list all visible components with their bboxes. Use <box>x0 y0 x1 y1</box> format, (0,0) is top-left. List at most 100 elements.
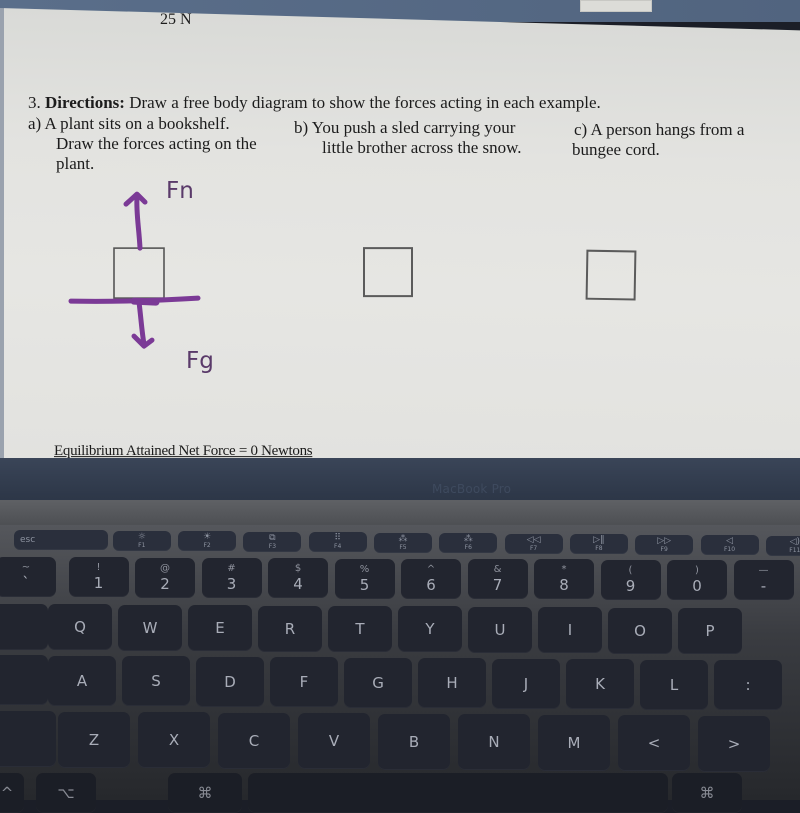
key-g[interactable]: G <box>344 657 412 708</box>
key-caps-lock[interactable]: ck <box>0 655 48 705</box>
key-f5[interactable]: ⁂ F5 <box>374 532 432 553</box>
key-o[interactable]: O <box>608 607 672 654</box>
key-i[interactable]: I <box>538 607 602 654</box>
key-esc[interactable]: esc <box>14 530 108 550</box>
key-z[interactable]: Z <box>58 711 130 768</box>
directions-line: 3. Directions: Draw a free body diagram … <box>28 93 601 113</box>
key-label: 8 <box>559 576 569 595</box>
key-4[interactable]: $4 <box>268 558 328 599</box>
key-u[interactable]: U <box>468 606 532 653</box>
key-label: H <box>446 674 458 692</box>
function-label: F2 <box>203 542 211 549</box>
key-f10[interactable]: ◁ F10 <box>700 535 759 555</box>
key-7[interactable]: & 7 <box>467 559 528 600</box>
key-command-left[interactable]: ⌘ <box>168 773 242 813</box>
key-label: : <box>745 676 751 694</box>
key-label: W <box>142 618 158 637</box>
key-shift-left[interactable] <box>0 711 56 767</box>
function-label: F9 <box>660 545 668 553</box>
key-label: L <box>669 675 679 694</box>
function-label: F8 <box>595 545 603 552</box>
key-k[interactable]: K <box>566 659 634 709</box>
part-b-text: You push a sled carrying your <box>311 118 516 138</box>
key-1[interactable]: ! 1 <box>68 557 129 598</box>
key-shift-symbol: — <box>758 565 769 577</box>
key-f6[interactable]: ⁂ F6 <box>439 533 498 553</box>
key-f9[interactable]: ▷▷ F9 <box>635 534 694 555</box>
key-j[interactable]: J <box>492 658 560 709</box>
normal-force-arrow <box>134 193 143 251</box>
key-command-right[interactable]: ⌘ <box>672 773 742 813</box>
directions-text: Draw a free body diagram to show the for… <box>129 93 601 113</box>
key-comma[interactable]: < <box>618 715 690 771</box>
key-shift-symbol: ~ <box>21 562 31 573</box>
key-t[interactable]: T <box>328 606 392 652</box>
answer-box-b[interactable] <box>363 247 413 298</box>
key-p[interactable]: P <box>678 608 742 654</box>
key-h[interactable]: H <box>418 658 486 708</box>
key-r[interactable]: R <box>258 605 322 652</box>
function-icon: ⠿ <box>334 533 341 543</box>
key-minus[interactable]: — - <box>733 560 794 601</box>
key-s[interactable]: S <box>122 656 190 706</box>
part-c-marker: c) <box>574 120 588 140</box>
key-l[interactable]: L <box>640 659 708 710</box>
function-label: F10 <box>723 546 736 553</box>
key-c[interactable]: C <box>218 712 290 769</box>
key-e[interactable]: E <box>188 605 252 652</box>
key-f3[interactable]: ⧉ F3 <box>243 531 302 552</box>
key-f8[interactable]: ▷‖ F8 <box>569 534 628 554</box>
key-9[interactable]: (9 <box>600 559 661 600</box>
key-w[interactable]: W <box>118 604 182 651</box>
key-label: < <box>647 734 661 752</box>
key-label: P <box>705 622 715 640</box>
key-backtick[interactable]: ~ ` <box>0 557 56 597</box>
function-icon: ▷▷ <box>657 535 672 546</box>
key-shift-symbol: ^ <box>426 563 436 575</box>
key-f[interactable]: F <box>270 657 338 707</box>
key-label: 3 <box>226 574 237 593</box>
key-label: A <box>76 671 88 690</box>
key-f4[interactable]: ⠿ F4 <box>308 532 367 552</box>
key-control[interactable]: ^ <box>0 773 24 813</box>
key-tab[interactable] <box>0 604 48 650</box>
key-f1[interactable]: ☼ F1 <box>112 530 171 551</box>
function-label: F6 <box>464 544 472 551</box>
key-label: Y <box>425 620 435 639</box>
key-5[interactable]: % 5 <box>334 558 395 599</box>
key-d[interactable]: D <box>196 656 264 707</box>
key-option[interactable]: ⌥ <box>36 773 96 813</box>
key-a[interactable]: A <box>48 655 116 706</box>
key-3[interactable]: #3 <box>201 557 262 598</box>
key-8[interactable]: * 8 <box>534 559 594 600</box>
key-label: S <box>151 672 161 690</box>
key-f11[interactable]: ◁) F11 <box>765 535 800 556</box>
key-0[interactable]: ) 0 <box>667 560 727 600</box>
key-6[interactable]: ^ 6 <box>401 558 461 599</box>
key-shift-symbol: @ <box>160 562 170 574</box>
key-label: B <box>408 732 420 751</box>
key-semicolon[interactable]: : <box>714 660 782 710</box>
key-space[interactable] <box>248 773 668 813</box>
question-number: 3. <box>28 93 41 113</box>
key-label: D <box>224 672 236 691</box>
key-x[interactable]: X <box>138 712 210 768</box>
key-2[interactable]: @2 <box>135 557 195 598</box>
part-c-text: A person hangs from a <box>590 120 745 140</box>
key-f2[interactable]: ☀ F2 <box>178 531 237 551</box>
key-m[interactable]: M <box>538 714 610 771</box>
key-y[interactable]: Y <box>398 606 462 653</box>
key-label: K <box>595 675 605 693</box>
key-f7[interactable]: ◁◁ F7 <box>504 533 563 554</box>
key-n[interactable]: N <box>458 714 530 770</box>
function-label: F4 <box>334 543 342 550</box>
key-period[interactable]: > <box>698 715 770 772</box>
function-icon: ☼ <box>137 531 146 542</box>
key-v[interactable]: V <box>298 713 370 769</box>
answer-box-c[interactable] <box>585 249 637 301</box>
function-icon: ▷‖ <box>593 535 605 545</box>
key-b[interactable]: B <box>378 713 450 770</box>
function-label: F11 <box>789 546 800 554</box>
key-q[interactable]: Q <box>48 604 112 651</box>
previous-answer-text: 25 N <box>160 11 192 29</box>
